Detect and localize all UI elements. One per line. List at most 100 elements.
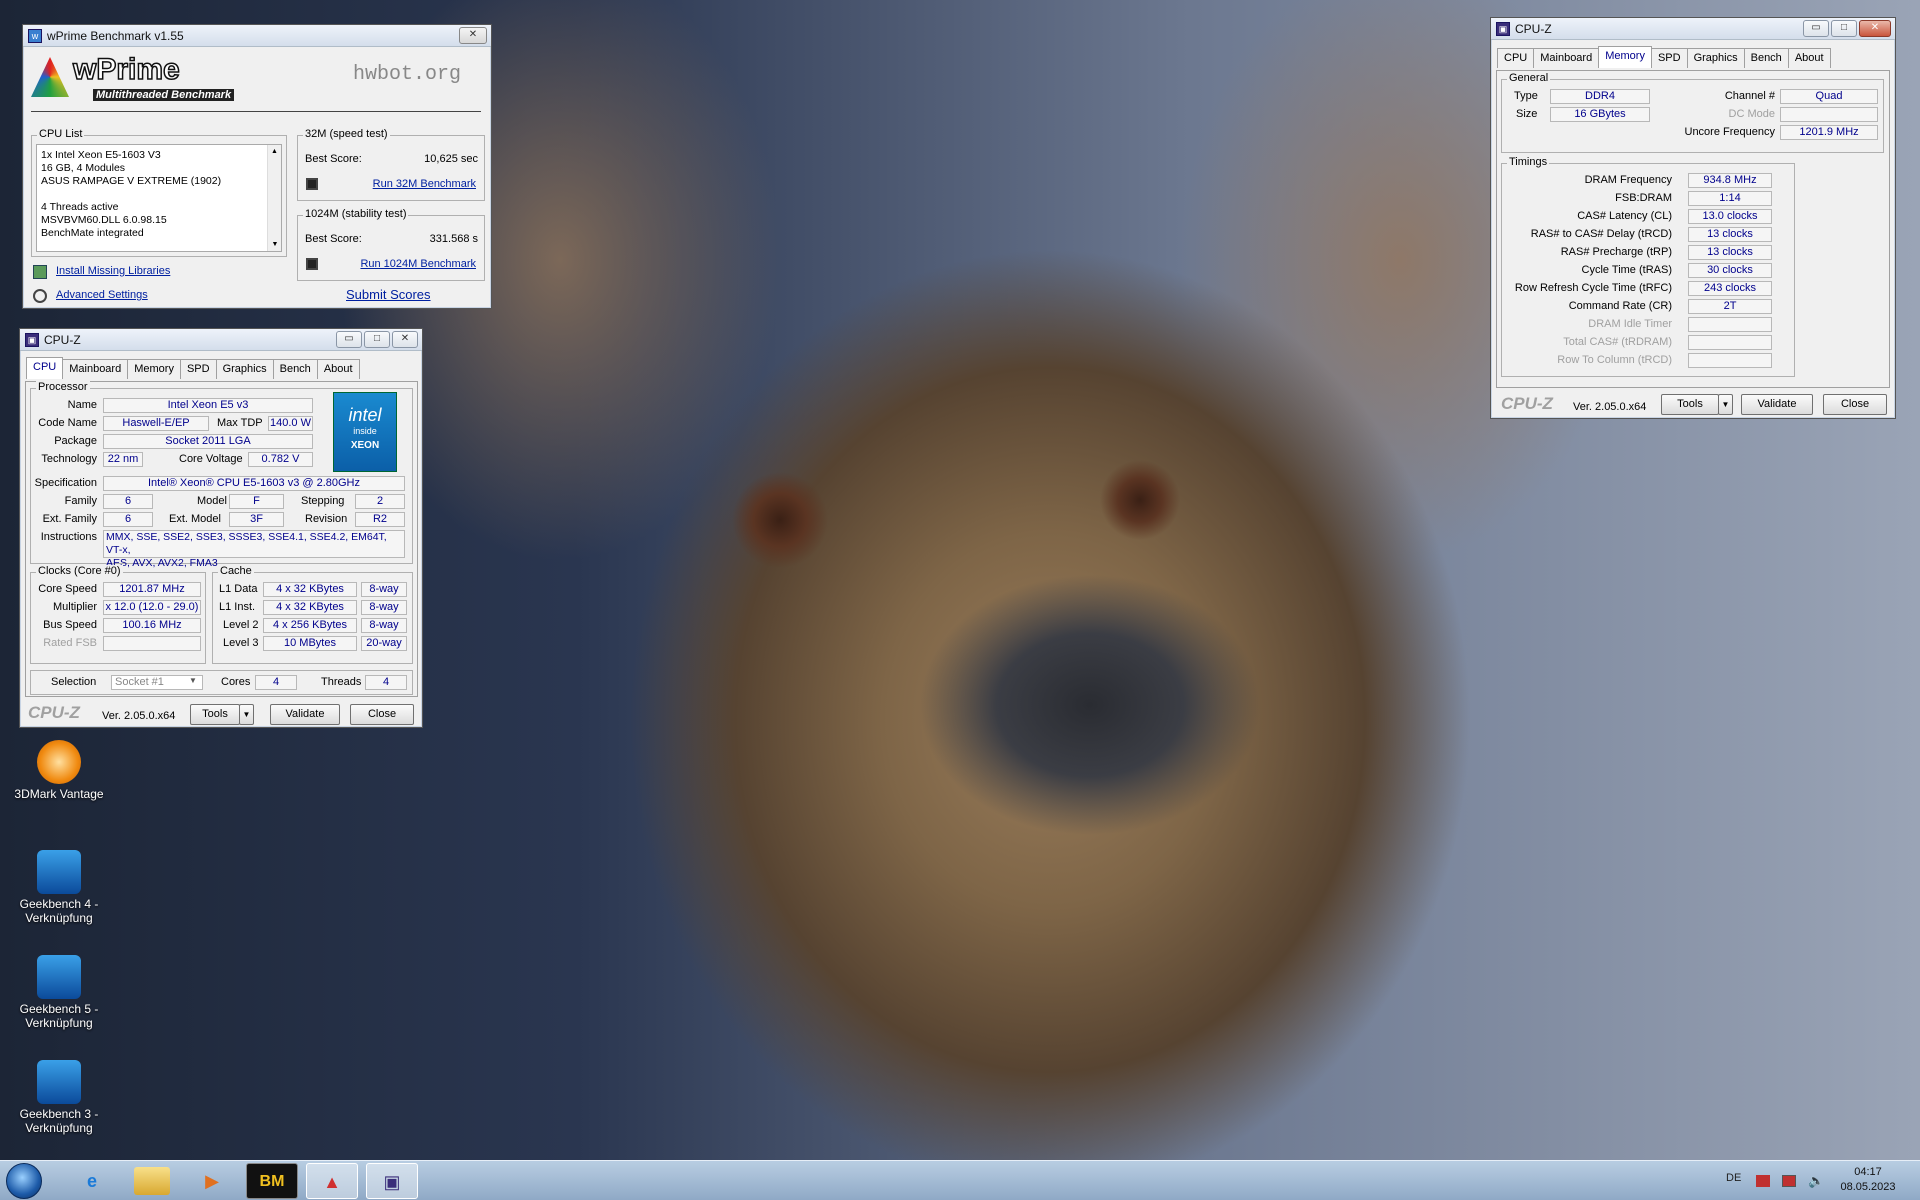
taskbar-cpuz-icon[interactable]: ▣ bbox=[366, 1163, 418, 1199]
advanced-settings-link[interactable]: Advanced Settings bbox=[56, 289, 148, 301]
close-button[interactable]: Close bbox=[1823, 394, 1887, 415]
desktop-icon-3dmark[interactable]: 3DMark Vantage bbox=[4, 740, 114, 801]
timing-value: 2T bbox=[1688, 299, 1772, 314]
stepping-value: 2 bbox=[355, 494, 405, 509]
taskbar-ie-icon[interactable]: e bbox=[66, 1163, 118, 1199]
timing-label: Cycle Time (tRAS) bbox=[1581, 264, 1672, 276]
best-score-label: Best Score: bbox=[305, 153, 362, 165]
level2-label: Level 2 bbox=[223, 619, 259, 631]
maximize-button[interactable]: □ bbox=[364, 331, 390, 348]
close-button[interactable]: ✕ bbox=[459, 27, 487, 44]
timing-label: DRAM Idle Timer bbox=[1588, 318, 1672, 330]
tools-button[interactable]: Tools bbox=[190, 704, 240, 725]
tab-mainboard[interactable]: Mainboard bbox=[1533, 48, 1600, 68]
tab-bench[interactable]: Bench bbox=[1743, 48, 1789, 68]
clock[interactable]: 04:17 08.05.2023 bbox=[1838, 1165, 1898, 1195]
size-value: 16 GBytes bbox=[1550, 107, 1650, 122]
tab-graphics[interactable]: Graphics bbox=[1686, 48, 1745, 68]
cores-label: Cores bbox=[221, 676, 251, 688]
taskbar-explorer-icon[interactable] bbox=[134, 1167, 170, 1195]
cpuz-titlebar[interactable]: ▣ CPU-Z ▭ □ ✕ bbox=[20, 329, 422, 351]
volume-icon[interactable]: 🔈 bbox=[1808, 1173, 1824, 1189]
specification-value: Intel® Xeon® CPU E5-1603 v3 @ 2.80GHz bbox=[103, 476, 405, 491]
close-button[interactable]: ✕ bbox=[392, 331, 418, 348]
tab-cpu[interactable]: CPU bbox=[26, 357, 64, 379]
validate-button[interactable]: Validate bbox=[270, 704, 340, 725]
network-icon[interactable] bbox=[1782, 1175, 1796, 1187]
timing-label: RAS# to CAS# Delay (tRCD) bbox=[1530, 228, 1672, 240]
window-title: CPU-Z bbox=[44, 332, 81, 347]
timing-label: Total CAS# (tRDRAM) bbox=[1563, 336, 1672, 348]
group-title: Clocks (Core #0) bbox=[36, 565, 123, 577]
tab-bar: CPU Mainboard Memory SPD Graphics Bench … bbox=[26, 357, 360, 379]
taskbar-media-icon[interactable]: ▶ bbox=[186, 1163, 238, 1199]
timing-value: 243 clocks bbox=[1688, 281, 1772, 296]
timing-label: Command Rate (CR) bbox=[1568, 300, 1672, 312]
minimize-button[interactable]: ▭ bbox=[336, 331, 362, 348]
minimize-button[interactable]: ▭ bbox=[1803, 20, 1829, 37]
tab-mainboard[interactable]: Mainboard bbox=[62, 359, 129, 379]
channel-label: Channel # bbox=[1724, 90, 1775, 102]
save-icon[interactable] bbox=[306, 178, 318, 190]
level2-value: 4 x 256 KBytes bbox=[263, 618, 357, 633]
run-1024m-link[interactable]: Run 1024M Benchmark bbox=[360, 258, 476, 270]
scroll-up-icon[interactable]: ▲ bbox=[268, 145, 281, 158]
scroll-down-icon[interactable]: ▼ bbox=[268, 238, 282, 251]
wprime-logo: wPrime bbox=[72, 52, 180, 87]
tools-dropdown-button[interactable]: ▼ bbox=[239, 704, 254, 725]
maximize-button[interactable]: □ bbox=[1831, 20, 1857, 37]
start-button[interactable] bbox=[6, 1163, 42, 1199]
processor-group: Processor Name Intel Xeon E5 v3 Code Nam… bbox=[30, 381, 413, 569]
tools-dropdown-button[interactable]: ▼ bbox=[1718, 394, 1733, 415]
close-button[interactable]: ✕ bbox=[1859, 20, 1891, 37]
l1-inst-ways: 8-way bbox=[361, 600, 407, 615]
group-title: Timings bbox=[1507, 156, 1550, 168]
tab-graphics[interactable]: Graphics bbox=[215, 359, 274, 379]
flag-icon[interactable] bbox=[1756, 1175, 1770, 1187]
tab-cpu[interactable]: CPU bbox=[1497, 48, 1535, 68]
run-32m-link[interactable]: Run 32M Benchmark bbox=[373, 178, 476, 190]
tools-button[interactable]: Tools bbox=[1661, 394, 1719, 415]
level3-value: 10 MBytes bbox=[263, 636, 357, 651]
threads-label: Threads bbox=[321, 676, 362, 688]
install-libraries-link[interactable]: Install Missing Libraries bbox=[56, 265, 170, 277]
rated-fsb-value bbox=[103, 636, 201, 651]
intel-xeon-logo: intel inside XEON bbox=[333, 392, 397, 472]
version-label: Ver. 2.05.0.x64 bbox=[1573, 401, 1647, 413]
tab-about[interactable]: About bbox=[1787, 48, 1831, 68]
timing-value: 30 clocks bbox=[1688, 263, 1772, 278]
desktop-icon-geekbench3[interactable]: Geekbench 3 - Verknüpfung bbox=[4, 1060, 114, 1135]
tab-bench[interactable]: Bench bbox=[272, 359, 318, 379]
l1-inst-value: 4 x 32 KBytes bbox=[263, 600, 357, 615]
submit-scores-link[interactable]: Submit Scores bbox=[346, 287, 431, 302]
desktop-icon-geekbench5[interactable]: Geekbench 5 - Verknüpfung bbox=[4, 955, 114, 1030]
language-indicator[interactable]: DE bbox=[1726, 1172, 1741, 1184]
tab-about[interactable]: About bbox=[316, 359, 360, 379]
validate-button[interactable]: Validate bbox=[1741, 394, 1813, 415]
instructions-label: Instructions bbox=[40, 531, 97, 543]
cpuz-titlebar[interactable]: ▣ CPU-Z ▭ □ ✕ bbox=[1491, 18, 1895, 40]
taskbar-wprime-icon[interactable]: ▲ bbox=[306, 1163, 358, 1199]
save-icon[interactable] bbox=[306, 258, 318, 270]
level2-ways: 8-way bbox=[361, 618, 407, 633]
best-score-label: Best Score: bbox=[305, 233, 362, 245]
tab-memory[interactable]: Memory bbox=[127, 359, 181, 379]
scrollbar[interactable]: ▲ ▼ bbox=[267, 145, 281, 251]
type-value: DDR4 bbox=[1550, 89, 1650, 104]
desktop-icon-geekbench4[interactable]: Geekbench 4 - Verknüpfung bbox=[4, 850, 114, 925]
geekbench-icon bbox=[37, 1060, 81, 1104]
chevron-down-icon[interactable]: ▼ bbox=[189, 676, 197, 685]
specification-label: Specification bbox=[34, 477, 97, 489]
tab-memory[interactable]: Memory bbox=[1598, 46, 1652, 68]
tab-spd[interactable]: SPD bbox=[1650, 48, 1688, 68]
bus-speed-value: 100.16 MHz bbox=[103, 618, 201, 633]
close-button[interactable]: Close bbox=[350, 704, 414, 725]
taskbar-benchmate-icon[interactable]: BM bbox=[246, 1163, 298, 1199]
wprime-window: w wPrime Benchmark v1.55 ✕ wPrime Multit… bbox=[22, 24, 492, 309]
ext-family-label: Ext. Family bbox=[42, 513, 97, 525]
maxtdp-label: Max TDP bbox=[217, 417, 263, 429]
wprime-titlebar[interactable]: w wPrime Benchmark v1.55 ✕ bbox=[23, 25, 491, 47]
speed-test-group: 32M (speed test) Best Score: 10,625 sec … bbox=[297, 128, 485, 201]
tab-spd[interactable]: SPD bbox=[179, 359, 217, 379]
intel-logo-text: intel bbox=[348, 405, 382, 425]
